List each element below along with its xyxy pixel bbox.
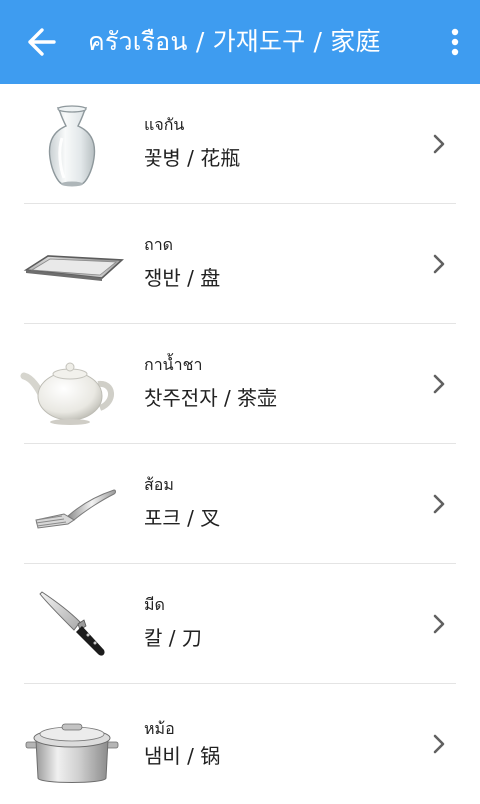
list-item-knife[interactable]: มีด 칼 / 刀 [0,564,480,684]
translation-text: 쟁반 / 盘 [144,266,221,290]
thai-word: หม้อ [144,719,175,738]
translation-text: 포크 / 叉 [144,506,221,530]
page-title: ครัวเรือน / 가재도구 / 家庭 [88,27,381,56]
thai-word: ส้อม [144,475,174,494]
tray-image [23,255,124,281]
translation-text: 찻주전자 / 茶壶 [144,386,278,410]
thai-word: แจกัน [144,115,185,134]
thai-word: มีด [144,595,165,614]
knife-image [39,591,105,656]
teapot-image [20,362,114,425]
translation-text: 칼 / 刀 [144,626,202,650]
arrow-left-icon [28,28,56,56]
chevron-right-icon [433,494,445,514]
thai-word: ถาด [144,235,174,254]
list-item-tray[interactable]: ถาด 쟁반 / 盘 [0,204,480,324]
word-list: แจกัน 꽃병 / 花瓶 ถาด 쟁반 / 盘 กาน้ำชา 찻주전자 / … [0,84,480,804]
list-item-pot[interactable]: หม้อ 냄비 / 锅 [0,684,480,804]
translation-text: 꽃병 / 花瓶 [144,146,241,170]
list-item-fork[interactable]: ส้อม 포크 / 叉 [0,444,480,564]
back-button[interactable] [18,22,66,62]
thai-word: กาน้ำชา [144,355,203,374]
list-item-vase[interactable]: แจกัน 꽃병 / 花瓶 [0,84,480,204]
chevron-right-icon [433,254,445,274]
list-item-teapot[interactable]: กาน้ำชา 찻주전자 / 茶壶 [0,324,480,444]
fork-image [35,489,116,529]
chevron-right-icon [433,614,445,634]
translation-text: 냄비 / 锅 [144,744,221,768]
chevron-right-icon [433,134,445,154]
vase-image [48,105,96,187]
app-bar: ครัวเรือน / 가재도구 / 家庭 [0,0,480,84]
chevron-right-icon [433,374,445,394]
overflow-menu-button[interactable] [444,22,466,62]
more-vertical-icon [451,28,459,56]
pot-image [25,723,119,783]
chevron-right-icon [433,734,445,754]
